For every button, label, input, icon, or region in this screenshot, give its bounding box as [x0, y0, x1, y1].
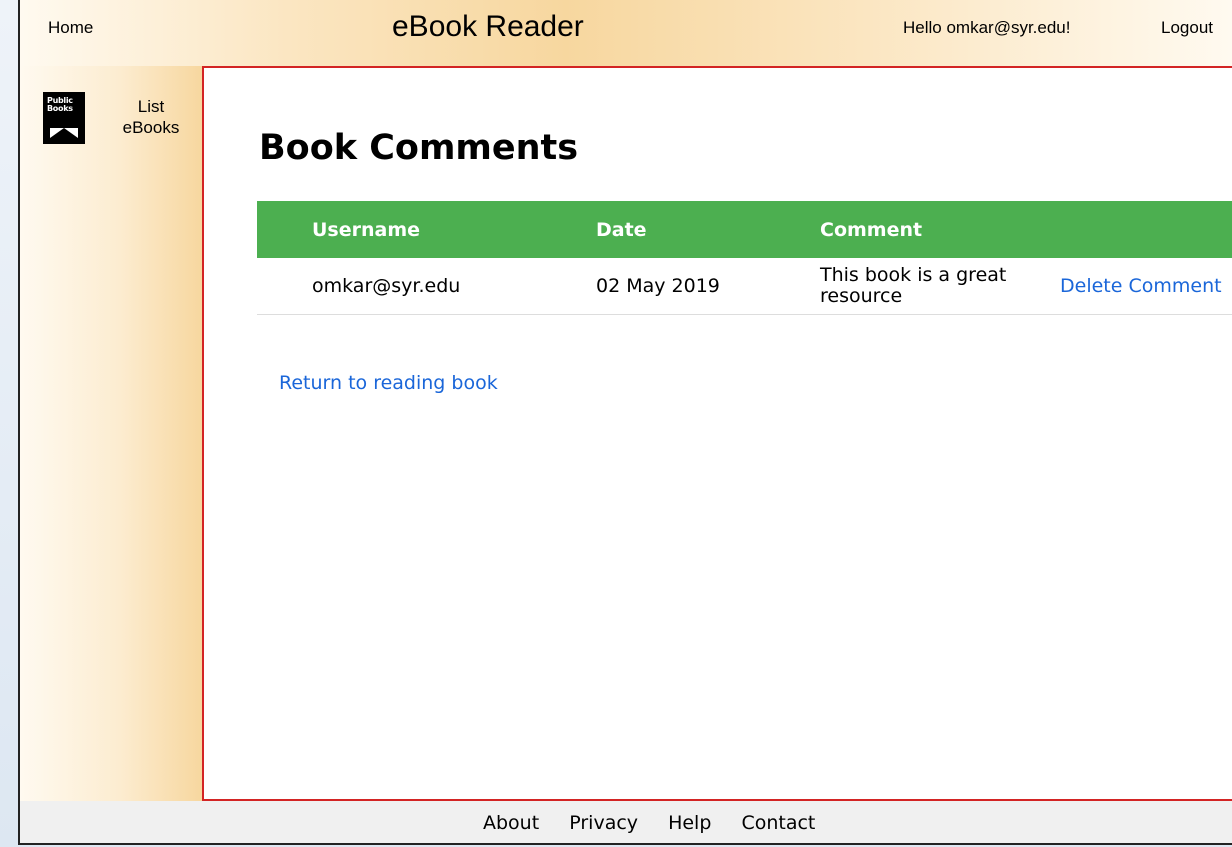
page-title: Book Comments — [259, 128, 579, 168]
top-header: Home eBook Reader Hello omkar@syr.edu! L… — [20, 0, 1232, 66]
app-window: Home eBook Reader Hello omkar@syr.edu! L… — [18, 0, 1232, 845]
table-header-row: Username Date Comment — [257, 201, 1232, 258]
column-header-action — [1060, 201, 1232, 258]
column-header-username: Username — [257, 201, 596, 258]
comment-username: omkar@syr.edu — [257, 258, 596, 315]
main-content: Book Comments Username Date Comment omka… — [202, 66, 1232, 801]
comment-cell: This book is a great resource — [820, 258, 1060, 315]
footer-link-privacy[interactable]: Privacy — [569, 812, 638, 834]
public-books-logo-icon[interactable]: Public Books — [43, 92, 85, 144]
home-link[interactable]: Home — [48, 18, 93, 38]
sidebar: Public Books List eBooks — [20, 66, 202, 801]
app-title: eBook Reader — [392, 10, 584, 43]
action-cell: Delete Comment — [1060, 258, 1232, 315]
bookmark-icon — [50, 128, 78, 138]
footer-link-about[interactable]: About — [483, 812, 539, 834]
delete-comment-link[interactable]: Delete Comment — [1060, 275, 1222, 297]
list-ebooks-link[interactable]: List eBooks — [111, 96, 191, 138]
comment-date: 02 May 2019 — [596, 258, 820, 315]
footer: About Privacy Help Contact — [20, 801, 1232, 843]
logo-text: Public Books — [47, 96, 73, 113]
user-greeting: Hello omkar@syr.edu! — [903, 18, 1071, 37]
return-to-reading-link[interactable]: Return to reading book — [279, 372, 498, 394]
column-header-date: Date — [596, 201, 820, 258]
column-header-comment: Comment — [820, 201, 1060, 258]
footer-link-contact[interactable]: Contact — [741, 812, 815, 834]
table-row: omkar@syr.edu 02 May 2019 This book is a… — [257, 258, 1232, 315]
comments-table: Username Date Comment omkar@syr.edu 02 M… — [257, 201, 1232, 315]
footer-links: About Privacy Help Contact — [483, 812, 839, 834]
comment-text: This book is a great resource — [820, 264, 1007, 307]
logout-link[interactable]: Logout — [1161, 18, 1213, 38]
footer-link-help[interactable]: Help — [668, 812, 711, 834]
